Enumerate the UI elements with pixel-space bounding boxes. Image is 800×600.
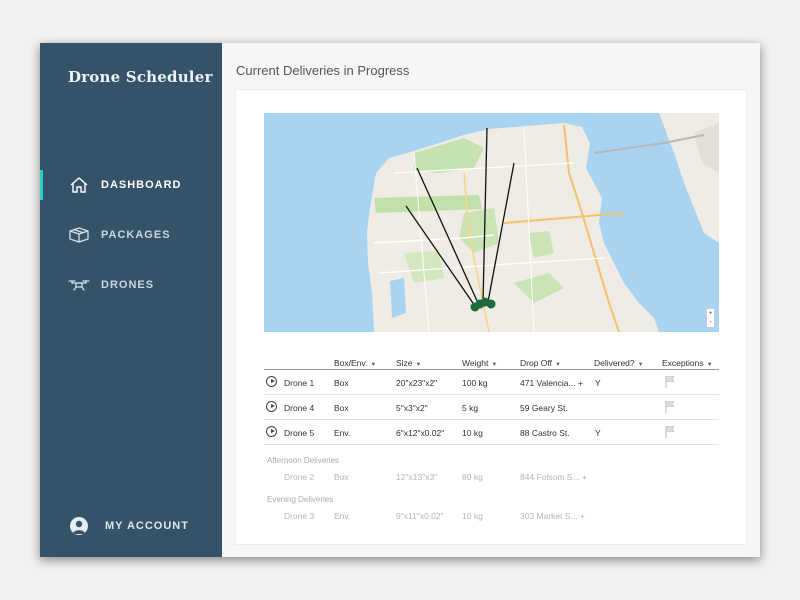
zoom-out-button[interactable]: - — [707, 318, 714, 327]
delivery-map[interactable]: + - — [264, 113, 719, 332]
table-row[interactable]: Drone 4 Box 5"x3"x2" 5 kg 59 Geary St. — [264, 395, 719, 420]
package-type: Box — [334, 472, 349, 482]
delivered-status: Y — [595, 378, 601, 388]
drop-off-address: 59 Geary St. — [520, 403, 568, 413]
package-type: Env. — [334, 428, 351, 438]
afternoon-section-label: Afternoon Deliveries — [267, 456, 340, 465]
column-header-weight[interactable]: Weight ▼ — [462, 358, 497, 368]
sort-caret-icon: ▼ — [706, 362, 713, 368]
sort-caret-icon: ▼ — [415, 362, 422, 368]
table-row[interactable]: Drone 2 Box 12"x13"x3" 80 kg 844 Folsom … — [264, 468, 719, 488]
table-row[interactable]: Drone 3 Env. 9"x11"x0.02" 10 kg 303 Mark… — [264, 507, 719, 527]
drone-name: Drone 2 — [284, 472, 315, 482]
my-account-link[interactable]: MY ACCOUNT — [70, 517, 189, 535]
play-icon[interactable] — [266, 376, 277, 387]
package-box-icon — [68, 224, 90, 246]
app-window: Drone Scheduler DASHBOARD PACKAGES DRONE… — [40, 43, 760, 557]
sidebar-item-drones[interactable]: DRONES — [40, 270, 222, 300]
delivered-status: Y — [595, 428, 601, 438]
drop-off-address: 88 Castro St. — [520, 428, 570, 438]
sidebar-item-label: DRONES — [101, 279, 155, 291]
my-account-label: MY ACCOUNT — [105, 520, 189, 532]
table-row[interactable]: Drone 5 Env. 6"x12"x0.02" 10 kg 88 Castr… — [264, 420, 719, 445]
drone-name: Drone 5 — [284, 428, 315, 438]
drop-off-address[interactable]: 303 Market S... + — [520, 511, 585, 521]
column-header-delivered[interactable]: Delivered? ▼ — [594, 358, 644, 368]
drone-icon — [68, 274, 90, 296]
column-header-box-env[interactable]: Box/Env. ▼ — [334, 358, 376, 368]
user-avatar-icon — [70, 517, 88, 535]
sidebar-item-label: DASHBOARD — [101, 179, 182, 191]
package-size: 20"x23"x2" — [396, 378, 438, 388]
exception-flag-icon[interactable] — [664, 425, 676, 439]
evening-section-label: Evening Deliveries — [267, 495, 334, 504]
sort-caret-icon: ▼ — [491, 362, 498, 368]
package-type: Box — [334, 378, 349, 388]
sidebar-item-label: PACKAGES — [101, 229, 171, 241]
package-size: 12"x13"x3" — [396, 472, 438, 482]
package-weight: 5 kg — [462, 403, 479, 413]
column-header-exceptions[interactable]: Exceptions ▼ — [662, 358, 713, 368]
package-size: 5"x3"x2" — [396, 403, 428, 413]
drone-name: Drone 4 — [284, 403, 315, 413]
home-icon — [68, 174, 90, 196]
zoom-in-button[interactable]: + — [707, 309, 714, 318]
package-weight: 100 kg — [462, 378, 488, 388]
column-header-drop-off[interactable]: Drop Off ▼ — [520, 358, 561, 368]
drop-off-address[interactable]: 471 Valencia... + — [520, 378, 583, 388]
drone-name: Drone 1 — [284, 378, 315, 388]
package-type: Env. — [334, 511, 351, 521]
sort-caret-icon: ▼ — [637, 362, 644, 368]
table-header: Box/Env. ▼ Size ▼ Weight ▼ Drop Off ▼ Delive… — [264, 356, 719, 370]
package-size: 6"x12"x0.02" — [396, 428, 445, 438]
deliveries-table: Box/Env. ▼ Size ▼ Weight ▼ Drop Off ▼ Delive… — [264, 356, 719, 527]
exception-flag-icon[interactable] — [664, 375, 676, 389]
map-zoom-control: + - — [706, 308, 715, 328]
package-weight: 10 kg — [462, 428, 483, 438]
sort-caret-icon: ▼ — [370, 362, 377, 368]
sidebar-item-dashboard[interactable]: DASHBOARD — [40, 170, 222, 200]
column-header-size[interactable]: Size ▼ — [396, 358, 422, 368]
drop-off-address[interactable]: 844 Folsom S... + — [520, 472, 587, 482]
play-icon[interactable] — [266, 401, 277, 412]
main-content: Current Deliveries in Progress + - Box/E… — [222, 43, 760, 557]
play-icon[interactable] — [266, 426, 277, 437]
package-size: 9"x11"x0.02" — [396, 511, 444, 521]
package-weight: 10 kg — [462, 511, 483, 521]
package-weight: 80 kg — [462, 472, 483, 482]
app-title: Drone Scheduler — [68, 68, 213, 86]
exception-flag-icon[interactable] — [664, 400, 676, 414]
sidebar-item-packages[interactable]: PACKAGES — [40, 220, 222, 250]
deliveries-card: + - Box/Env. ▼ Size ▼ Weight ▼ Drop Off ▼ De… — [235, 89, 747, 545]
map-graphic — [264, 113, 719, 332]
drone-name: Drone 3 — [284, 511, 315, 521]
sidebar: Drone Scheduler DASHBOARD PACKAGES DRONE… — [40, 43, 222, 557]
package-type: Box — [334, 403, 349, 413]
table-row[interactable]: Drone 1 Box 20"x23"x2" 100 kg 471 Valenc… — [264, 370, 719, 395]
page-title: Current Deliveries in Progress — [236, 63, 410, 78]
sort-caret-icon: ▼ — [554, 362, 561, 368]
